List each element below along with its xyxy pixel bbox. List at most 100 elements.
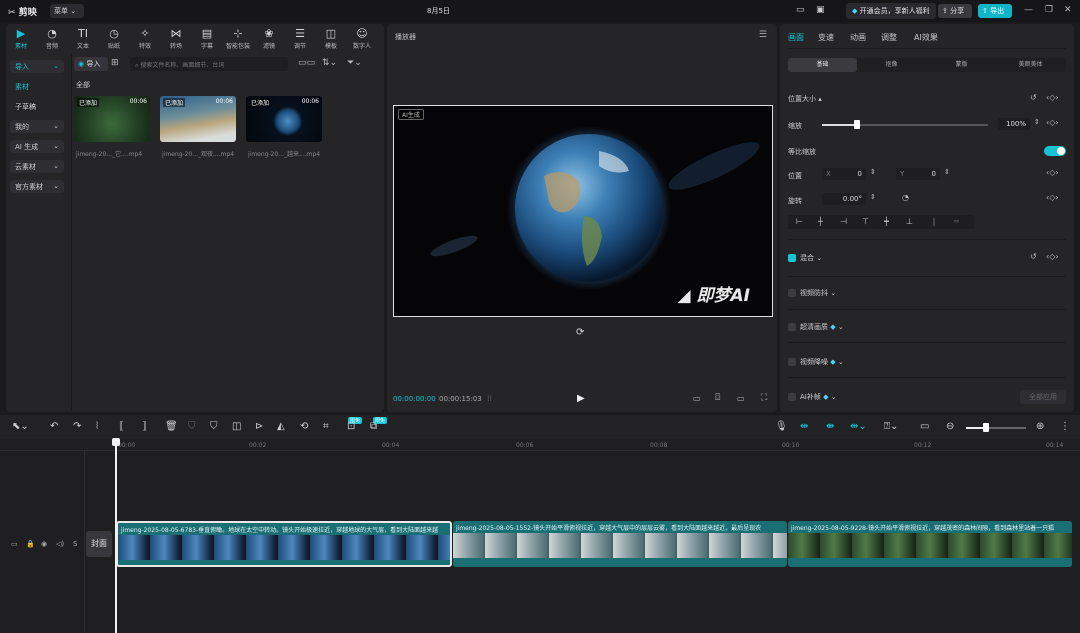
align-left-icon[interactable]: ⊢ xyxy=(796,217,803,226)
media-thumb-earth-space[interactable]: 已添加 00:06 xyxy=(246,96,322,142)
scale-value[interactable]: 100% xyxy=(998,118,1030,130)
tool-media[interactable]: ▶ 素材 xyxy=(6,28,36,51)
mirror-icon[interactable]: ◭ xyxy=(277,421,285,432)
track-cover-icon[interactable]: ▭ xyxy=(11,540,18,548)
reset-icon[interactable]: ↺ xyxy=(1030,93,1037,102)
subtab-basic[interactable]: 基础 xyxy=(788,58,857,72)
zoom-in-icon[interactable]: ⊕ xyxy=(1036,421,1044,432)
ai-fill-checkbox[interactable] xyxy=(788,393,796,401)
trim-left-icon[interactable]: ⟦ xyxy=(119,421,124,432)
tool-template[interactable]: ◫ 模板 xyxy=(316,28,346,51)
minimize-icon[interactable]: — xyxy=(1024,5,1033,15)
stabilize-row[interactable]: 视频防抖 ⌄ xyxy=(800,288,836,298)
sidebar-item-official[interactable]: 官方素材 ⌄ xyxy=(10,180,64,193)
distribute-v-icon[interactable]: ═ xyxy=(954,217,959,226)
screenshot-icon[interactable]: ⌼ xyxy=(715,393,720,403)
lock-icon[interactable]: 🔒 xyxy=(26,540,35,548)
maximize-icon[interactable]: ❐ xyxy=(1045,5,1053,15)
layout-icon[interactable]: ▭ xyxy=(796,5,805,15)
fit-icon[interactable]: ▭ xyxy=(920,421,929,432)
sidebar-item-cloud[interactable]: 云素材 ⌄ xyxy=(10,160,64,173)
redo-icon[interactable]: ↷ xyxy=(73,421,81,432)
timecode-grid-icon[interactable]: ⁞⁞ xyxy=(487,394,492,403)
keyframe-icon[interactable]: ‹◇› xyxy=(1046,168,1059,177)
snap-icon[interactable]: ⇼ xyxy=(826,421,834,432)
ratio-icon[interactable]: ▭ xyxy=(737,394,745,403)
align-top-icon[interactable]: ⊤ xyxy=(862,217,869,226)
subtab-beauty[interactable]: 美颜美体 xyxy=(996,58,1065,72)
section-position-size[interactable]: 位置大小 ▴ xyxy=(788,94,822,104)
stepper-icon[interactable]: ⇕ xyxy=(870,193,876,201)
subtab-cutout[interactable]: 抠像 xyxy=(857,58,926,72)
media-thumb-earth-closeup[interactable]: 已添加 00:06 xyxy=(160,96,236,142)
tool-filter[interactable]: ❀ 滤镜 xyxy=(254,28,284,51)
rotate-handle-icon[interactable]: ⟳ xyxy=(576,327,584,338)
delete-icon[interactable]: 🗑 xyxy=(165,421,178,432)
trim-right-icon[interactable]: ⟧ xyxy=(142,421,147,432)
keyframe-icon[interactable]: ‹◇› xyxy=(1046,93,1059,102)
tool-subtitle[interactable]: ▤ 字幕 xyxy=(192,28,222,51)
undo-icon[interactable]: ↶ xyxy=(50,421,58,432)
denoise-row[interactable]: 视频降噪 ◆ ⌄ xyxy=(800,357,844,367)
vip-button[interactable]: ◆ 开通会员，享新人福利 xyxy=(846,3,936,19)
share-button[interactable]: ⇪ 分享 xyxy=(938,4,972,18)
hd-checkbox[interactable] xyxy=(788,323,796,331)
fullscreen-icon[interactable]: ⛶ xyxy=(761,393,767,403)
grid-icon[interactable]: ⊞ xyxy=(111,58,119,68)
reset-icon[interactable]: ↺ xyxy=(1030,252,1037,261)
tool-digital-human[interactable]: ☺ 数字人 xyxy=(347,28,377,51)
tab-adjust[interactable]: 调整 xyxy=(881,32,897,43)
clip-clouds[interactable]: jimeng-2025-08-05-1552-镜头开始平滑俯视拉近，穿越大气层中… xyxy=(453,521,787,567)
original-icon[interactable]: ▭ xyxy=(693,394,701,403)
blend-checkbox[interactable] xyxy=(788,254,796,262)
keyframe-icon[interactable]: ‹◇› xyxy=(1046,118,1059,127)
eye-icon[interactable]: ◉ xyxy=(41,540,47,548)
x-value[interactable]: 0 xyxy=(858,170,862,178)
more-icon[interactable]: ⋮ xyxy=(1060,421,1070,432)
clip-forest[interactable]: jimeng-2025-08-05-9228-镜头开始平滑俯视拉近，穿越茂密的森… xyxy=(788,521,1072,567)
subtab-mask[interactable]: 蒙版 xyxy=(927,58,996,72)
tool-text[interactable]: TI 文本 xyxy=(68,28,98,51)
tool-audio[interactable]: ◔ 音频 xyxy=(37,28,67,51)
video-preview[interactable]: AI生成 ◢ 即梦AI xyxy=(393,105,773,317)
sidebar-item-import[interactable]: 导入 ⌄ xyxy=(10,60,64,73)
clip-earth-space[interactable]: jimeng-2025-08-05-6783-垂直俯瞰。地球在太空中转动。镜头开… xyxy=(116,521,452,567)
distribute-h-icon[interactable]: ‖ xyxy=(932,217,936,226)
zoom-slider-handle[interactable] xyxy=(983,423,989,432)
apply-all-button[interactable]: 全部应用 xyxy=(1020,390,1066,404)
export-button[interactable]: ⇧ 导出 xyxy=(978,4,1012,18)
sidebar-item-mine[interactable]: 我的 ⌄ xyxy=(10,120,64,133)
microphone-icon[interactable]: 🎙 xyxy=(775,421,788,432)
align-right-icon[interactable]: ⊣ xyxy=(840,217,847,226)
ai-fill-row[interactable]: AI补帧 ◆ ⌄ xyxy=(800,392,837,402)
mute-icon[interactable]: ◁) xyxy=(56,540,64,548)
sidebar-item-media[interactable]: 素材 xyxy=(10,80,64,93)
smart-crop-icon[interactable]: ⊡ xyxy=(347,421,355,432)
marker-icon[interactable]: ⛉ xyxy=(210,421,218,432)
rotate-dial-icon[interactable]: ◔ xyxy=(902,193,909,202)
rotate-icon[interactable]: ⟲ xyxy=(300,421,308,432)
keyframe-icon[interactable]: ‹◇› xyxy=(1046,252,1059,261)
media-thumb-forest[interactable]: 已添加 00:06 xyxy=(74,96,150,142)
ai-icon[interactable]: ⍰⌄ xyxy=(884,421,898,432)
crop-icon[interactable]: ⌗ xyxy=(323,421,329,432)
keyframe-icon[interactable]: ‹◇› xyxy=(1046,193,1059,202)
stepper-icon[interactable]: ⇕ xyxy=(1034,118,1040,126)
align-middle-icon[interactable]: ┿ xyxy=(884,217,889,226)
menu-button[interactable]: 菜单 ⌄ xyxy=(50,4,84,18)
tool-smart-pack[interactable]: ⊹ 智能包装 xyxy=(223,28,253,51)
preview-axis-icon[interactable]: ⇹⌄ xyxy=(850,421,867,432)
close-icon[interactable]: ✕ xyxy=(1064,5,1072,15)
y-value[interactable]: 0 xyxy=(932,170,936,178)
link-icon[interactable]: ⇹ xyxy=(800,421,808,432)
zoom-out-icon[interactable]: ⊖ xyxy=(946,421,954,432)
select-tool-icon[interactable]: ⬉⌄ xyxy=(12,421,29,432)
reverse-icon[interactable]: ⊳ xyxy=(255,421,263,432)
tab-animation[interactable]: 动画 xyxy=(850,32,866,43)
align-center-h-icon[interactable]: ┼ xyxy=(818,217,823,226)
play-icon[interactable]: ▶ xyxy=(577,393,585,404)
player-menu-icon[interactable]: ☰ xyxy=(759,30,767,40)
rotate-value[interactable]: 0.00° xyxy=(822,193,866,205)
scale-slider-handle[interactable] xyxy=(854,120,860,129)
ai-split-icon[interactable]: ⧉ xyxy=(370,421,377,432)
